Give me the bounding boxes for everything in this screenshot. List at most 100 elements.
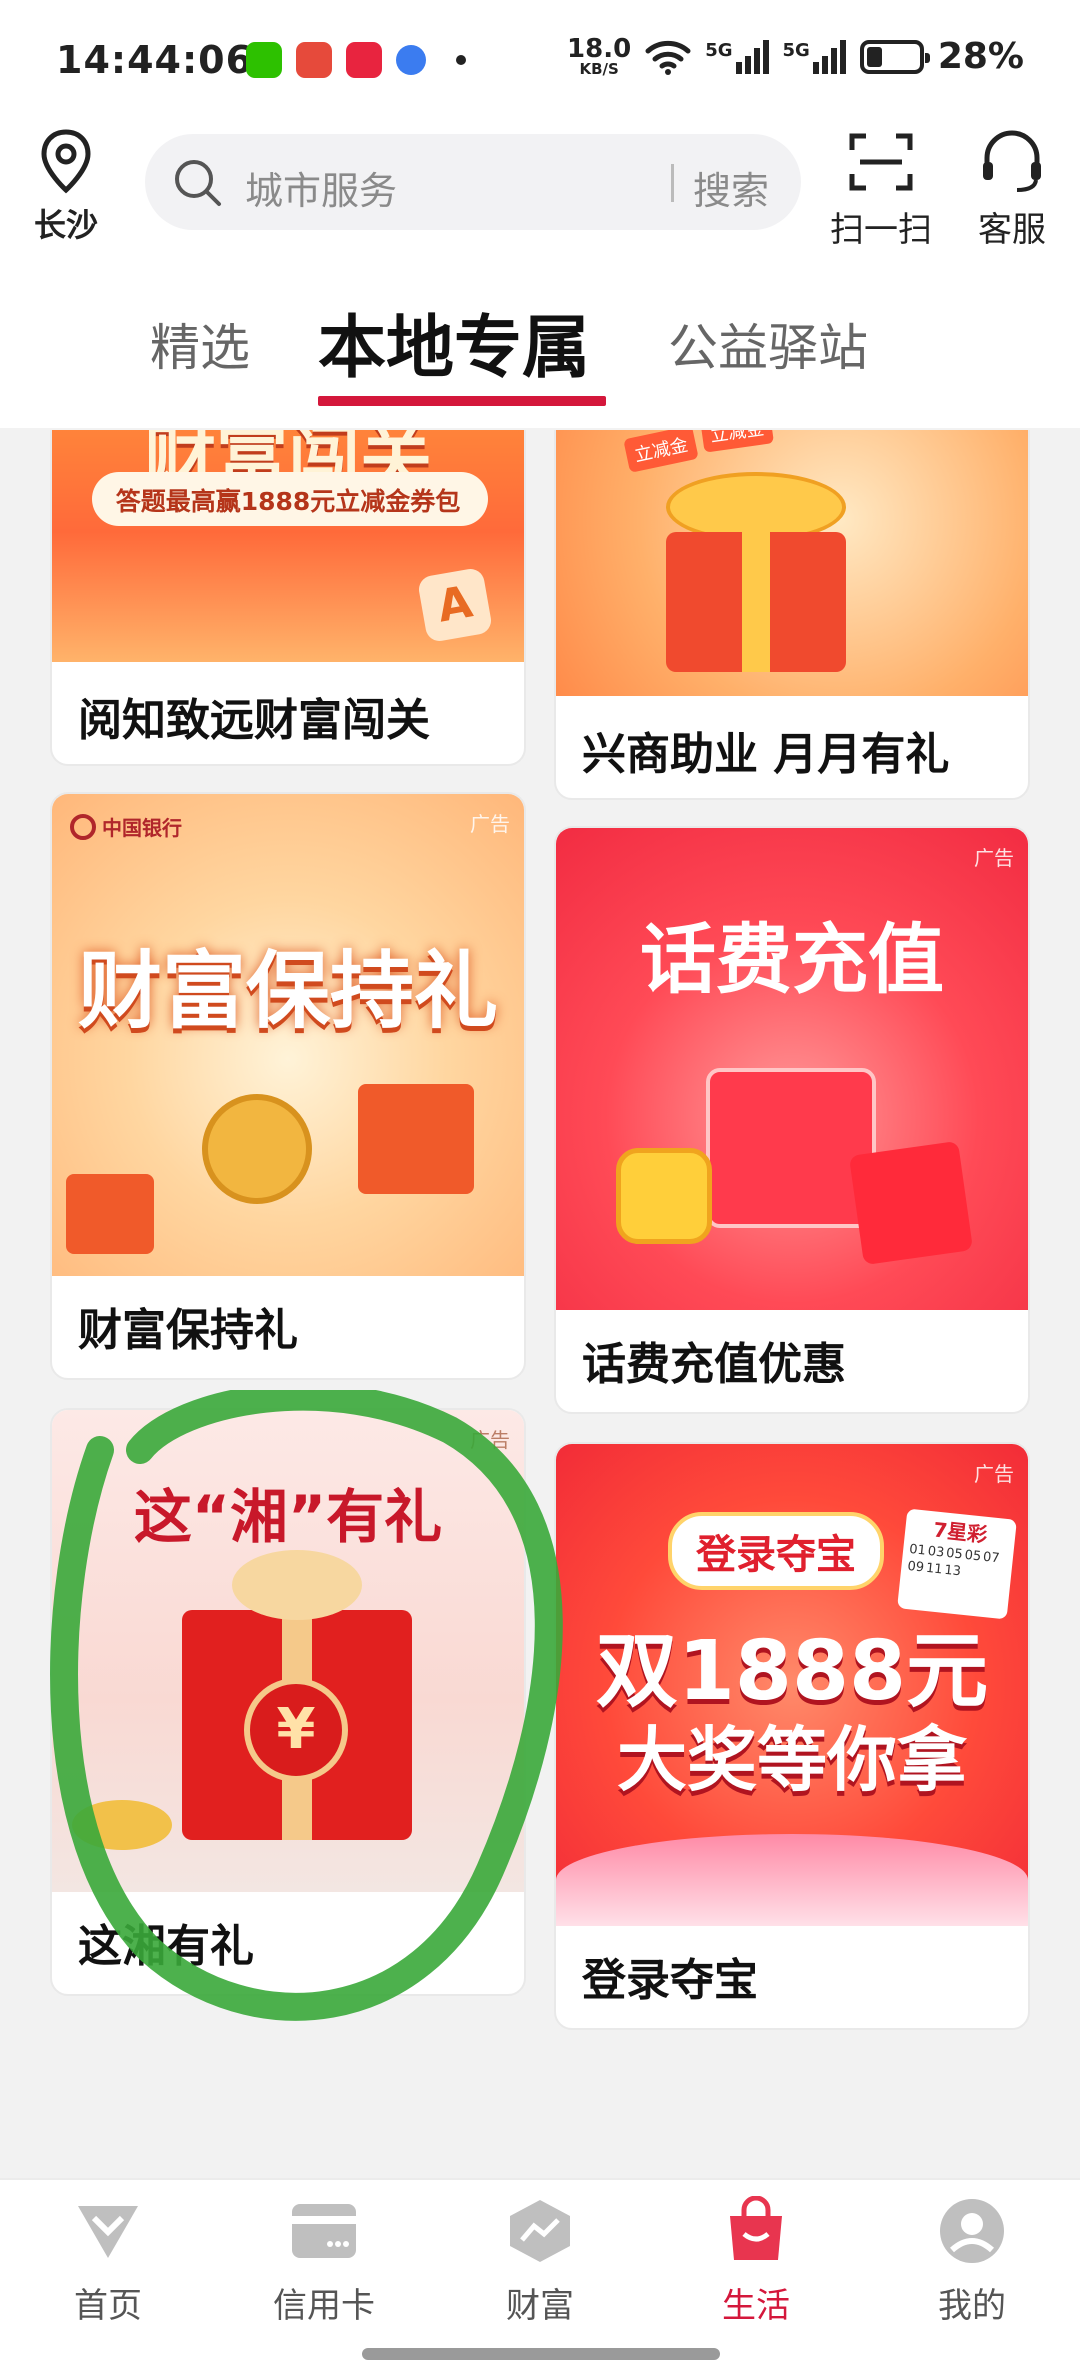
lottery-number: 03 (926, 1543, 945, 1561)
location-label: 长沙 (33, 206, 98, 244)
search-icon (175, 160, 221, 206)
promo-card-wealth-retention-gift[interactable]: 中国银行 广告 财富保持礼 财富保持礼 (50, 792, 526, 1380)
gift-box-icon (706, 1068, 876, 1228)
voucher-tag-2: 立减金 (699, 430, 775, 453)
search-button[interactable]: 搜索 (693, 160, 769, 215)
app-header: 长沙 城市服务 搜索 扫一扫 客服 精选 本地专属 公益驿站 (0, 128, 1080, 428)
lottery-number: 11 (925, 1560, 944, 1578)
bank-logo-text: 中国银行 (102, 816, 182, 840)
promo-card-wealth-challenge[interactable]: 财富闯关 答题最高赢1888元立减金券包 A 阅知致远财富闯关 (50, 430, 526, 766)
location-selector[interactable]: 长沙 (26, 128, 106, 246)
status-time: 14:44:06 (56, 38, 254, 82)
wechat-icon (246, 42, 282, 78)
poster-heading: 财富保持礼 (77, 942, 498, 1040)
status-bar: 14:44:06 18.0 KB/S 5G 5G 28% (0, 0, 1080, 128)
home-indicator[interactable] (362, 2348, 720, 2360)
nav-wealth-label: 财富 (506, 2286, 574, 2326)
nav-life[interactable]: 生活 (666, 2195, 846, 2327)
red-envelope-icon (848, 1140, 974, 1266)
search-input[interactable]: 城市服务 (245, 160, 397, 215)
user-avatar-icon (940, 2199, 1004, 2263)
poster-wave (556, 1834, 1028, 1926)
ad-label: 广告 (470, 812, 510, 836)
shopping-bag-icon (730, 2195, 782, 2260)
promo-card-image: 立减金 立减金 (556, 430, 1028, 696)
coin-icon (202, 1094, 312, 1204)
gift-box-icon (358, 1084, 474, 1194)
browser-icon (396, 45, 426, 75)
app-notification-icon (296, 42, 332, 78)
bank-logo-icon (70, 813, 96, 840)
poster-subline: 答题最高赢1888元立减金券包 (115, 487, 461, 516)
promo-card-image: 中国银行 广告 财富保持礼 (52, 794, 524, 1276)
promo-card-login-treasure[interactable]: 广告 登录夺宝 7星彩 01 03 05 05 07 09 11 13 双188… (554, 1442, 1030, 2030)
signal-1-icon: 5G (705, 39, 769, 74)
nav-mine-label: 我的 (938, 2286, 1006, 2326)
bank-logo: 中国银行 (70, 812, 182, 841)
nav-wealth[interactable]: 财富 (450, 2196, 630, 2327)
lottery-number: 13 (943, 1562, 962, 1580)
lottery-number: 07 (982, 1549, 1001, 1567)
nav-home[interactable]: 首页 (18, 2196, 198, 2327)
poster-tile: A (416, 566, 494, 644)
tab-local-exclusive[interactable]: 本地专属 (318, 292, 590, 391)
scan-icon (849, 133, 913, 191)
nav-life-label: 生活 (722, 2286, 790, 2326)
music-icon (346, 42, 382, 78)
promo-feed[interactable]: 财富闯关 答题最高赢1888元立减金券包 A 阅知致远财富闯关 立减金 立减金 … (0, 430, 1080, 2178)
search-bar[interactable]: 城市服务 搜索 (145, 134, 801, 230)
credit-card-icon (292, 2204, 356, 2258)
scan-label: 扫一扫 (830, 210, 932, 250)
promo-card-image: 财富闯关 答题最高赢1888元立减金券包 A (52, 430, 524, 662)
promo-card-title: 登录夺宝 (582, 1955, 758, 2006)
nav-credit-card-label: 信用卡 (273, 2286, 375, 2326)
wifi-icon (645, 40, 691, 75)
lottery-ticket: 7星彩 01 03 05 05 07 09 11 13 (897, 1508, 1017, 1620)
nav-home-label: 首页 (74, 2286, 142, 2326)
voucher-tag-1: 立减金 (623, 430, 699, 473)
customer-service-button[interactable]: 客服 (962, 128, 1062, 251)
promo-card-phone-topup[interactable]: 广告 话费充值 话费充值优惠 (554, 826, 1030, 1414)
more-notifications-dot (456, 55, 466, 65)
lottery-number: 05 (945, 1545, 964, 1563)
network-type-2: 5G (782, 39, 810, 61)
promo-card-business-monthly-gift[interactable]: 立减金 立减金 兴商助业 月月有礼 (554, 430, 1030, 800)
tab-featured[interactable]: 精选 (150, 308, 250, 380)
wealth-chart-icon (510, 2200, 570, 2262)
promo-card-title: 阅知致远财富闯关 (78, 695, 430, 746)
poster-heading: 话费充值 (640, 915, 944, 1004)
customer-service-label: 客服 (978, 210, 1046, 250)
gift-ribbon (742, 532, 770, 672)
ad-label: 广告 (974, 1462, 1014, 1486)
promo-card-image: 广告 登录夺宝 7星彩 01 03 05 05 07 09 11 13 双188… (556, 1444, 1028, 1926)
battery-percent: 28% (937, 36, 1024, 77)
promo-card-title: 兴商助业 月月有礼 (582, 729, 950, 780)
search-divider (671, 164, 674, 202)
home-diamond-icon (78, 2206, 138, 2258)
promo-card-title: 财富保持礼 (78, 1305, 298, 1356)
bottom-navigation: 首页 信用卡 财富 生活 我的 (0, 2178, 1080, 2376)
annotation-circle (50, 1390, 563, 2021)
network-speed-value: 18.0 (567, 34, 632, 64)
active-tab-indicator (318, 396, 606, 406)
location-pin-icon (41, 129, 91, 194)
ad-label: 广告 (974, 846, 1014, 870)
headset-icon (983, 130, 1041, 192)
poster-badge: 登录夺宝 (668, 1512, 884, 1590)
network-type-1: 5G (705, 39, 733, 61)
lottery-number: 05 (963, 1547, 982, 1565)
tab-charity-station[interactable]: 公益驿站 (668, 308, 868, 380)
gift-box-icon-small (66, 1174, 154, 1254)
promo-card-title: 话费充值优惠 (582, 1339, 846, 1390)
nav-credit-card[interactable]: 信用卡 (234, 2196, 414, 2327)
scan-button[interactable]: 扫一扫 (826, 128, 936, 251)
battery-icon (859, 39, 930, 74)
lottery-number: 09 (906, 1558, 925, 1576)
poster-line-2: 大奖等你拿 (617, 1719, 967, 1801)
phone-coin-icon (616, 1148, 712, 1244)
signal-2-icon: 5G (782, 39, 846, 74)
promo-card-image: 广告 话费充值 (556, 828, 1028, 1310)
lottery-number: 01 (908, 1541, 927, 1559)
notification-icons (246, 42, 466, 78)
nav-mine[interactable]: 我的 (882, 2196, 1062, 2327)
